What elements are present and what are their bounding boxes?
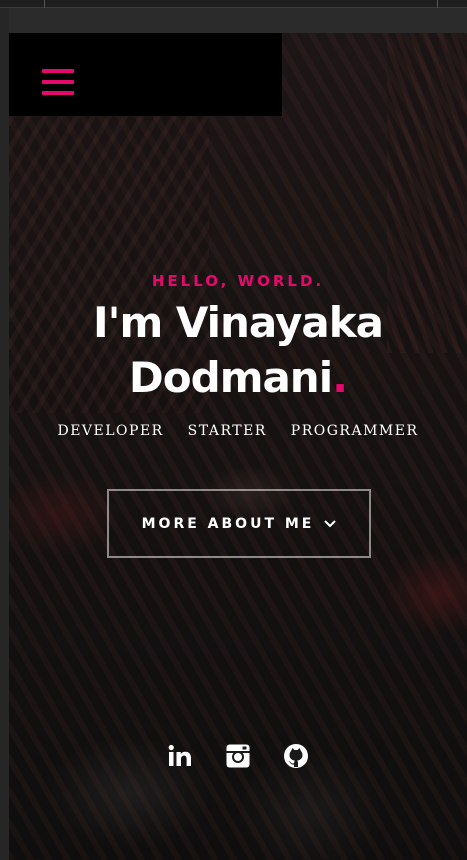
headline-line-1: I'm Vinayaka [93,298,384,347]
role-starter: STARTER [187,423,267,439]
tab-divider [437,0,438,8]
more-about-me-label: MORE ABOUT ME [141,515,315,532]
social-links [9,743,467,769]
window-gutter [9,8,467,33]
browser-top-strip [0,0,467,8]
role-programmer: PROGRAMMER [290,423,419,439]
hero-roles: DEVELOPER STARTER PROGRAMMER [9,423,467,439]
linkedin-icon[interactable] [167,743,193,769]
headline-line-2: Dodmani [128,353,333,402]
role-developer: DEVELOPER [57,423,164,439]
hero-headline: I'm Vinayaka Dodmani. [9,295,467,405]
headline-accent-dot: . [332,353,348,402]
hero-kicker: HELLO, WORLD. [151,272,325,290]
instagram-icon[interactable] [225,743,251,769]
hero-content: HELLO, WORLD. I'm Vinayaka Dodmani. DEVE… [9,33,467,860]
window-gutter [0,8,9,860]
chevron-down-icon [324,519,337,528]
tab-divider [44,0,45,8]
github-icon[interactable] [283,743,309,769]
more-about-me-button[interactable]: MORE ABOUT ME [107,489,371,558]
